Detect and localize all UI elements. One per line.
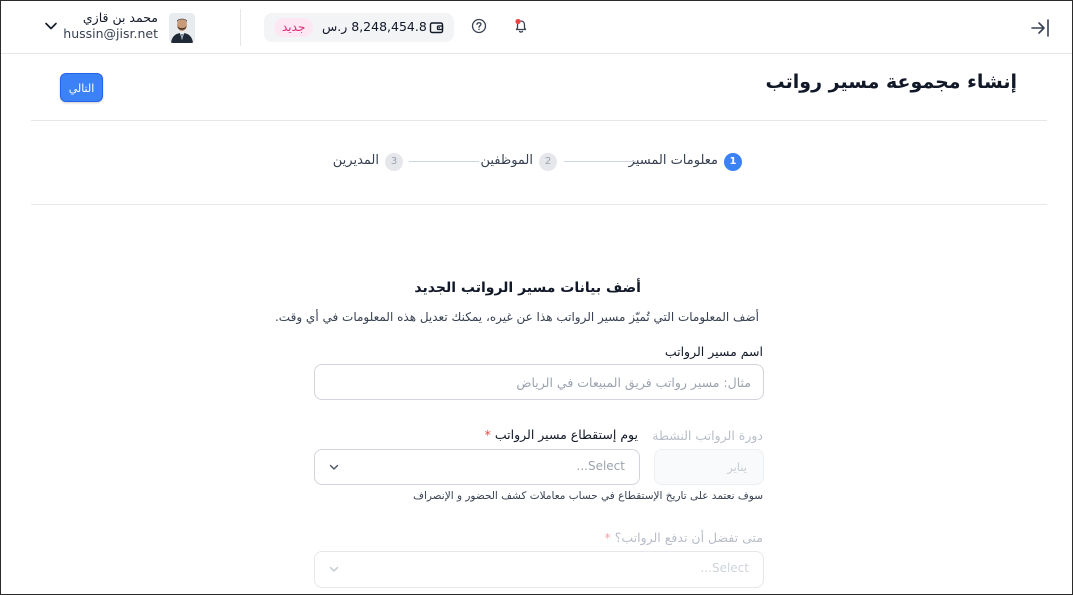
- balance-pill[interactable]: جديد 8,248,454.8 ر.س: [264, 13, 454, 42]
- form-description: أضف المعلومات التي تُميّز مسير الرواتب ه…: [274, 310, 759, 324]
- user-menu[interactable]: محمد بن قازي hussin@jisr.net: [41, 7, 201, 49]
- help-icon: [471, 18, 487, 34]
- avatar: [169, 13, 195, 43]
- active-cycle-label: دورة الرواتب النشطة: [652, 428, 763, 443]
- app-frame: محمد بن قازي hussin@jisr.net جديد 8,248,…: [0, 0, 1073, 595]
- page-title: إنشاء مجموعة مسير رواتب: [765, 71, 1017, 93]
- next-button[interactable]: التالي: [60, 73, 103, 102]
- step-number: 3: [385, 153, 403, 171]
- collapse-sidebar-icon: [1031, 19, 1049, 37]
- active-cycle-field: يناير: [654, 449, 764, 485]
- required-mark: *: [604, 530, 611, 545]
- collapse-sidebar-button[interactable]: [1029, 17, 1051, 39]
- step-payroll-info[interactable]: 1 معلومات المسير: [561, 152, 742, 172]
- step-label: معلومات المسير: [628, 153, 718, 168]
- step-label: الموظفين: [480, 153, 533, 168]
- pay-date-select[interactable]: Select...: [314, 551, 764, 588]
- step-connector: [409, 161, 479, 162]
- cutoff-day-select[interactable]: Select...: [314, 449, 640, 485]
- chevron-down-icon: [329, 464, 339, 470]
- pay-date-label-text: متى تفضل أن تدفع الرواتب؟: [614, 530, 763, 545]
- user-email: hussin@jisr.net: [63, 26, 158, 41]
- payroll-name-label: اسم مسير الرواتب: [664, 344, 763, 359]
- header-divider: [31, 120, 1047, 121]
- payroll-name-input[interactable]: [314, 364, 764, 400]
- chevron-down-icon: [45, 22, 57, 30]
- notifications-button[interactable]: [512, 17, 530, 35]
- step-number: 2: [539, 153, 557, 171]
- step-number: 1: [724, 153, 742, 171]
- pay-date-label: متى تفضل أن تدفع الرواتب؟ *: [604, 530, 763, 545]
- cutoff-day-label-text: يوم إستقطاع مسير الرواتب: [494, 427, 638, 442]
- cutoff-day-label: يوم إستقطاع مسير الرواتب *: [485, 427, 638, 442]
- chevron-down-icon: [329, 566, 339, 572]
- bell-icon: [515, 18, 527, 33]
- balance-amount: 8,248,454.8 ر.س: [322, 19, 427, 34]
- active-cycle-value: يناير: [727, 460, 747, 474]
- select-placeholder: Select...: [576, 459, 625, 473]
- step-connector: [564, 161, 636, 162]
- help-button[interactable]: [470, 17, 488, 35]
- new-badge: جديد: [274, 18, 314, 37]
- stepper-divider: [31, 204, 1047, 205]
- select-placeholder: Select...: [700, 561, 749, 575]
- step-employees[interactable]: 2 الموظفين: [409, 152, 557, 172]
- top-bar: محمد بن قازي hussin@jisr.net جديد 8,248,…: [1, 1, 1072, 54]
- step-managers[interactable]: 3 المديرين: [321, 152, 403, 172]
- topbar-divider: [240, 9, 241, 46]
- cutoff-day-helper: سوف نعتمد على تاريخ الإستقطاع في حساب مع…: [413, 490, 763, 502]
- step-label: المديرين: [332, 153, 379, 168]
- wallet-icon: [429, 22, 444, 34]
- form-title: أضف بيانات مسير الرواتب الجديد: [414, 280, 641, 296]
- user-name: محمد بن قازي: [82, 10, 158, 25]
- required-mark: *: [484, 427, 491, 442]
